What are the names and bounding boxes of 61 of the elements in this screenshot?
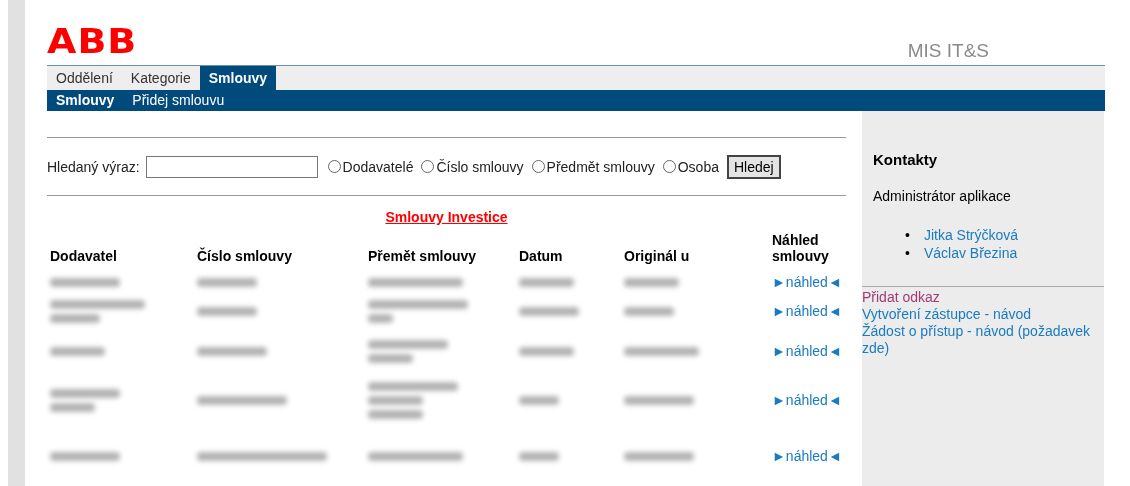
search-field[interactable] [145, 155, 318, 178]
blurred-text [519, 395, 559, 405]
blurred-text [519, 277, 574, 287]
list-bullet: • [905, 226, 910, 244]
search-button[interactable]: Hledej [726, 154, 781, 179]
blurred-text [197, 277, 257, 287]
radio-label: Předmět smlouvy [546, 158, 655, 175]
preview-link[interactable]: ►náhled◄ [772, 343, 842, 359]
column-header: Datum [518, 247, 564, 266]
radio-label: Dodavatelé [342, 158, 414, 175]
app-title: MIS IT&S [907, 40, 989, 62]
column-header: Originál u [623, 247, 691, 266]
preview-link[interactable]: ►náhled◄ [772, 303, 842, 319]
preview-link[interactable]: ►náhled◄ [772, 448, 842, 464]
company-logo: ABB [47, 23, 138, 59]
radio-button[interactable] [531, 160, 545, 173]
radio-label: Číslo smlouvy [436, 158, 524, 175]
blurred-text [50, 388, 120, 398]
blurred-text [624, 306, 674, 316]
nav-tab[interactable]: Oddělení [47, 65, 122, 90]
blurred-text [368, 395, 423, 405]
blurred-text [624, 277, 679, 287]
nav-tab[interactable]: Smlouvy [199, 65, 277, 90]
blurred-text [50, 277, 120, 287]
column-header: Dodavatel [49, 247, 118, 266]
sidebar-title: Kontakty [873, 151, 939, 168]
blurred-text [519, 306, 579, 316]
blurred-text [50, 451, 120, 461]
search-label: Hledaný výraz: [47, 158, 140, 175]
blurred-text [197, 346, 267, 356]
radio-button[interactable] [662, 160, 676, 173]
list-bullet: • [905, 244, 910, 262]
radio-button[interactable] [421, 160, 435, 173]
radio-button[interactable] [327, 160, 341, 173]
nav-tab[interactable]: Kategorie [121, 65, 200, 90]
sidebar-link[interactable]: Žádost o přístup - návod (požadavek zde) [862, 323, 1104, 357]
blurred-text [368, 353, 413, 363]
preview-link[interactable]: ►náhled◄ [772, 392, 842, 408]
column-header: Přemět smlouvy [367, 247, 478, 266]
column-header: Číslo smlouvy [196, 246, 293, 266]
blurred-text [624, 451, 694, 461]
contact-link[interactable]: Jitka Strýčková [923, 226, 1019, 244]
sidebar-link[interactable]: Přidat odkaz [862, 289, 1104, 306]
contact-link[interactable]: Václav Březina [923, 244, 1018, 262]
subnav-link[interactable]: Přidej smlouvu [123, 92, 234, 109]
table-title-link[interactable]: Smlouvy Investice [385, 209, 508, 225]
blurred-text [519, 346, 574, 356]
radio-label: Osoba [677, 158, 719, 175]
sidebar-subtitle: Administrátor aplikace [873, 188, 1012, 204]
blurred-text [50, 313, 100, 323]
column-header: Náhled smlouvy [771, 231, 830, 266]
sidebar-link[interactable]: Vytvoření zástupce - návod [862, 306, 1104, 323]
blurred-text [197, 306, 257, 316]
blurred-text [368, 313, 393, 323]
blurred-text [368, 409, 423, 419]
preview-link[interactable]: ►náhled◄ [772, 274, 842, 290]
blurred-text [50, 346, 105, 356]
blurred-text [624, 395, 694, 405]
blurred-text [519, 451, 559, 461]
subnav-link[interactable]: Smlouvy [47, 92, 124, 109]
blurred-text [50, 402, 95, 412]
